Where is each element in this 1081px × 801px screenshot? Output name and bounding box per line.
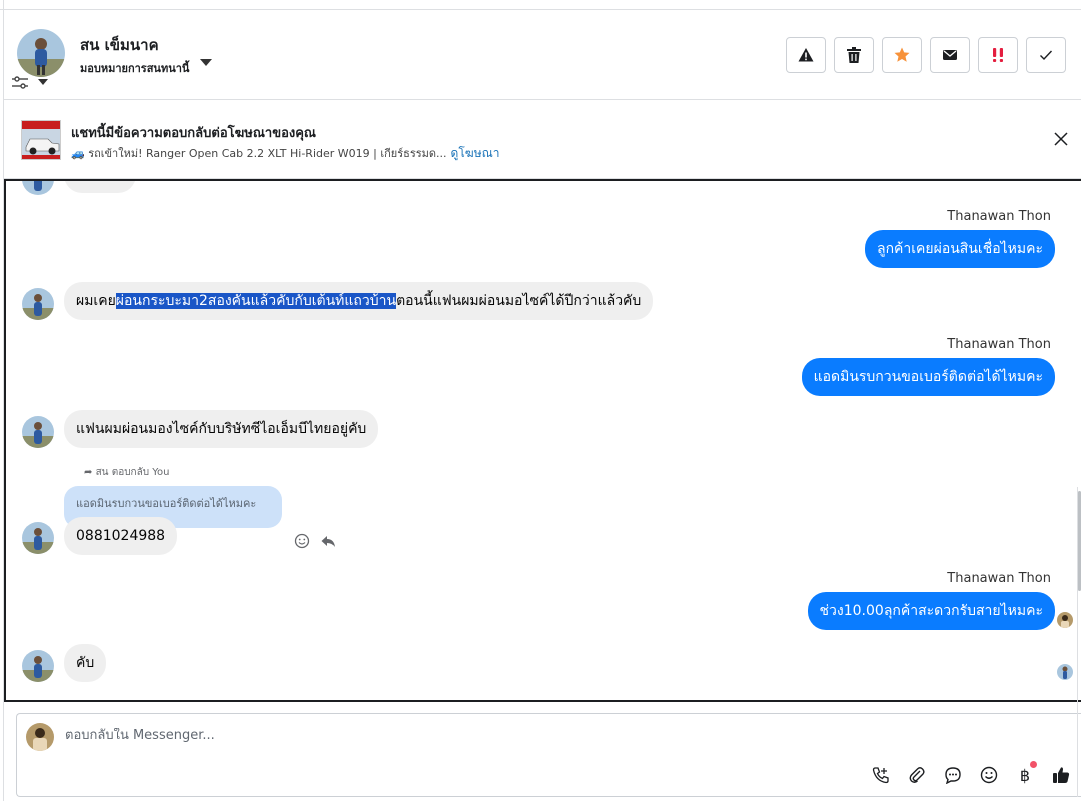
message-bubble-partial[interactable]: [64, 181, 136, 193]
message-actions: [294, 533, 336, 549]
chat-bubble-icon[interactable]: [941, 763, 965, 787]
message-bubble-outgoing[interactable]: ลูกค้าเคยผ่อนสินเชื่อไหมคะ: [864, 230, 1055, 268]
paperclip-icon[interactable]: [905, 763, 929, 787]
baht-glyph: ฿: [1019, 765, 1031, 785]
read-receipt-avatar: [1057, 664, 1073, 680]
contact-avatar[interactable]: [17, 29, 65, 77]
ad-reply-banner: แชทนี้มีข้อความตอบกลับต่อโฆษณาของคุณ 🚙 ร…: [4, 101, 1081, 179]
star-icon: [894, 47, 910, 62]
envelope-icon: [943, 50, 957, 60]
contact-mini-avatar: [22, 416, 54, 448]
filter-icon[interactable]: [11, 75, 29, 91]
emoji-react-icon[interactable]: [294, 533, 310, 549]
message-bubble-incoming[interactable]: คับ: [64, 644, 107, 682]
message-text: ผมเคย: [76, 293, 116, 309]
ad-description-text: 🚙 รถเข้าใหม่! Ranger Open Cab 2.2 XLT Hi…: [71, 147, 447, 160]
contact-mini-avatar: [22, 522, 54, 554]
message-bubble-outgoing[interactable]: ช่วง10.00ลุกค้าสะดวกรับสายไหมคะ: [807, 592, 1055, 630]
ad-description: 🚙 รถเข้าใหม่! Ranger Open Cab 2.2 XLT Hi…: [71, 144, 499, 163]
sender-name: Thanawan Thon: [947, 337, 1051, 352]
warning-icon: [798, 48, 814, 62]
spam-button[interactable]: [978, 37, 1018, 73]
double-exclamation-icon: [993, 48, 1003, 62]
assign-conversation-label[interactable]: มอบหมายการสนทนานี้: [80, 59, 189, 77]
message-bubble-outgoing[interactable]: แอดมินรบกวนขอเบอร์ติดต่อได้ไหมคะ: [801, 358, 1055, 396]
message-thread[interactable]: Thanawan Thon ลูกค้าเคยผ่อนสินเชื่อไหมคะ…: [4, 179, 1081, 702]
selected-text: ผ่อนกระบะมา2สองคันแล้วคับกับเต้นท์แถวบ้า…: [115, 293, 397, 309]
sender-name: Thanawan Thon: [947, 571, 1051, 586]
baht-icon[interactable]: ฿: [1013, 761, 1037, 787]
composer-toolbar: ฿: [869, 761, 1073, 787]
conversation-actions: [786, 37, 1066, 73]
conversation-header: สน เข็มนาค มอบหมายการสนทนานี้: [4, 11, 1081, 100]
message-bubble-incoming[interactable]: ผมเคยผ่อนกระบะมา2สองคันแล้วคับกับเต้นท์แ…: [64, 282, 654, 320]
sender-name: Thanawan Thon: [947, 209, 1051, 224]
reply-indicator: ➦ สน ตอบกลับ You: [84, 465, 170, 480]
delete-button[interactable]: [834, 37, 874, 73]
trash-icon: [847, 47, 861, 63]
window-top-edge: [0, 0, 1081, 10]
checkmark-icon: [1040, 50, 1053, 61]
contact-mini-avatar: [22, 288, 54, 320]
report-button[interactable]: [786, 37, 826, 73]
view-ad-link[interactable]: ดูโฆษณา: [451, 146, 500, 160]
reply-input[interactable]: [65, 728, 765, 743]
right-edge-panel: [1077, 487, 1081, 797]
message-bubble-incoming[interactable]: แฟนผมผ่อนมองไซค์กับบริษัทซีไอเอ็มบีไทยอย…: [64, 410, 379, 448]
message-text: ตอนนี้แฟนผมผ่อนมอไซค์ได้ปีกว่าแล้วคับ: [396, 293, 642, 309]
star-button[interactable]: [882, 37, 922, 73]
reply-arrow-icon: ➦: [84, 467, 93, 478]
close-icon[interactable]: [1053, 131, 1069, 147]
reply-icon[interactable]: [320, 533, 336, 549]
filter-dropdown-caret-icon[interactable]: [38, 79, 48, 85]
phone-add-icon[interactable]: [869, 763, 893, 787]
contact-mini-avatar: [22, 650, 54, 682]
emoji-icon[interactable]: [977, 763, 1001, 787]
done-button[interactable]: [1026, 37, 1066, 73]
message-bubble-incoming[interactable]: 0881024988: [64, 517, 178, 555]
thumbs-up-icon[interactable]: [1049, 763, 1073, 787]
page-avatar: [26, 723, 54, 751]
contact-name[interactable]: สน เข็มนาค: [80, 33, 159, 57]
notification-dot: [1030, 761, 1037, 768]
contact-mini-avatar: [22, 181, 54, 195]
assign-dropdown-caret-icon[interactable]: [200, 59, 212, 66]
ad-banner-title: แชทนี้มีข้อความตอบกลับต่อโฆษณาของคุณ: [71, 126, 316, 141]
message-composer: ฿: [16, 713, 1081, 797]
ad-thumbnail[interactable]: [21, 120, 61, 160]
reply-note-text: สน ตอบกลับ You: [95, 467, 170, 478]
mark-unread-button[interactable]: [930, 37, 970, 73]
seen-avatar: [1057, 612, 1073, 628]
